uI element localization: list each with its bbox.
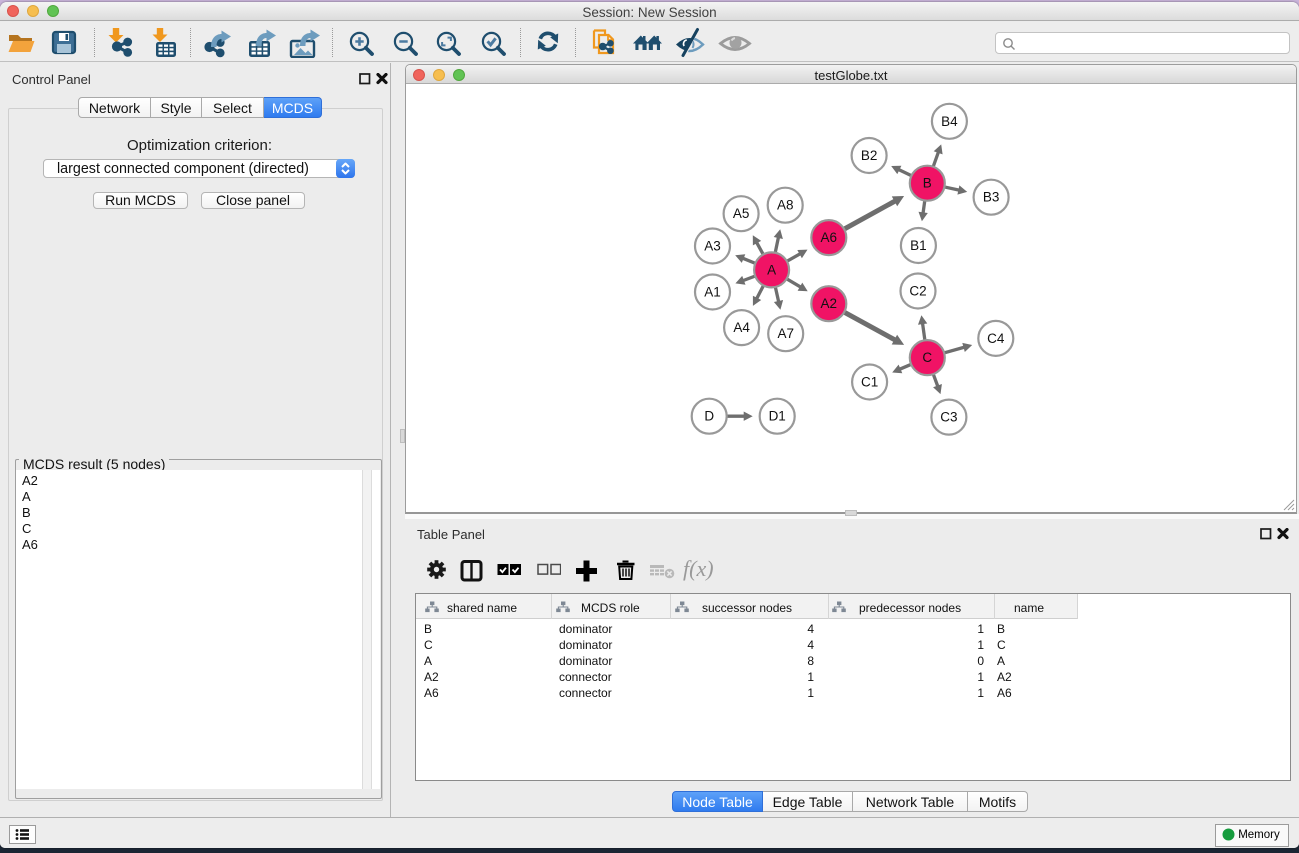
svg-text:B1: B1 [910, 238, 927, 253]
svg-text:B: B [923, 176, 932, 191]
svg-text:D: D [704, 409, 714, 424]
svg-text:B2: B2 [861, 148, 878, 163]
svg-text:C1: C1 [861, 375, 878, 390]
svg-text:C3: C3 [940, 410, 957, 425]
svg-text:D1: D1 [769, 409, 786, 424]
svg-text:B3: B3 [983, 190, 1000, 205]
svg-text:A7: A7 [777, 326, 794, 341]
svg-text:C: C [922, 350, 932, 365]
svg-text:A4: A4 [733, 320, 750, 335]
svg-text:A2: A2 [821, 296, 838, 311]
svg-text:A5: A5 [733, 206, 750, 221]
svg-text:B4: B4 [941, 114, 958, 129]
svg-text:A6: A6 [821, 230, 838, 245]
svg-text:A: A [767, 262, 776, 277]
svg-text:A8: A8 [777, 198, 794, 213]
svg-text:A3: A3 [704, 239, 721, 254]
svg-text:A1: A1 [704, 285, 721, 300]
svg-text:C2: C2 [909, 284, 926, 299]
svg-text:C4: C4 [987, 331, 1005, 346]
